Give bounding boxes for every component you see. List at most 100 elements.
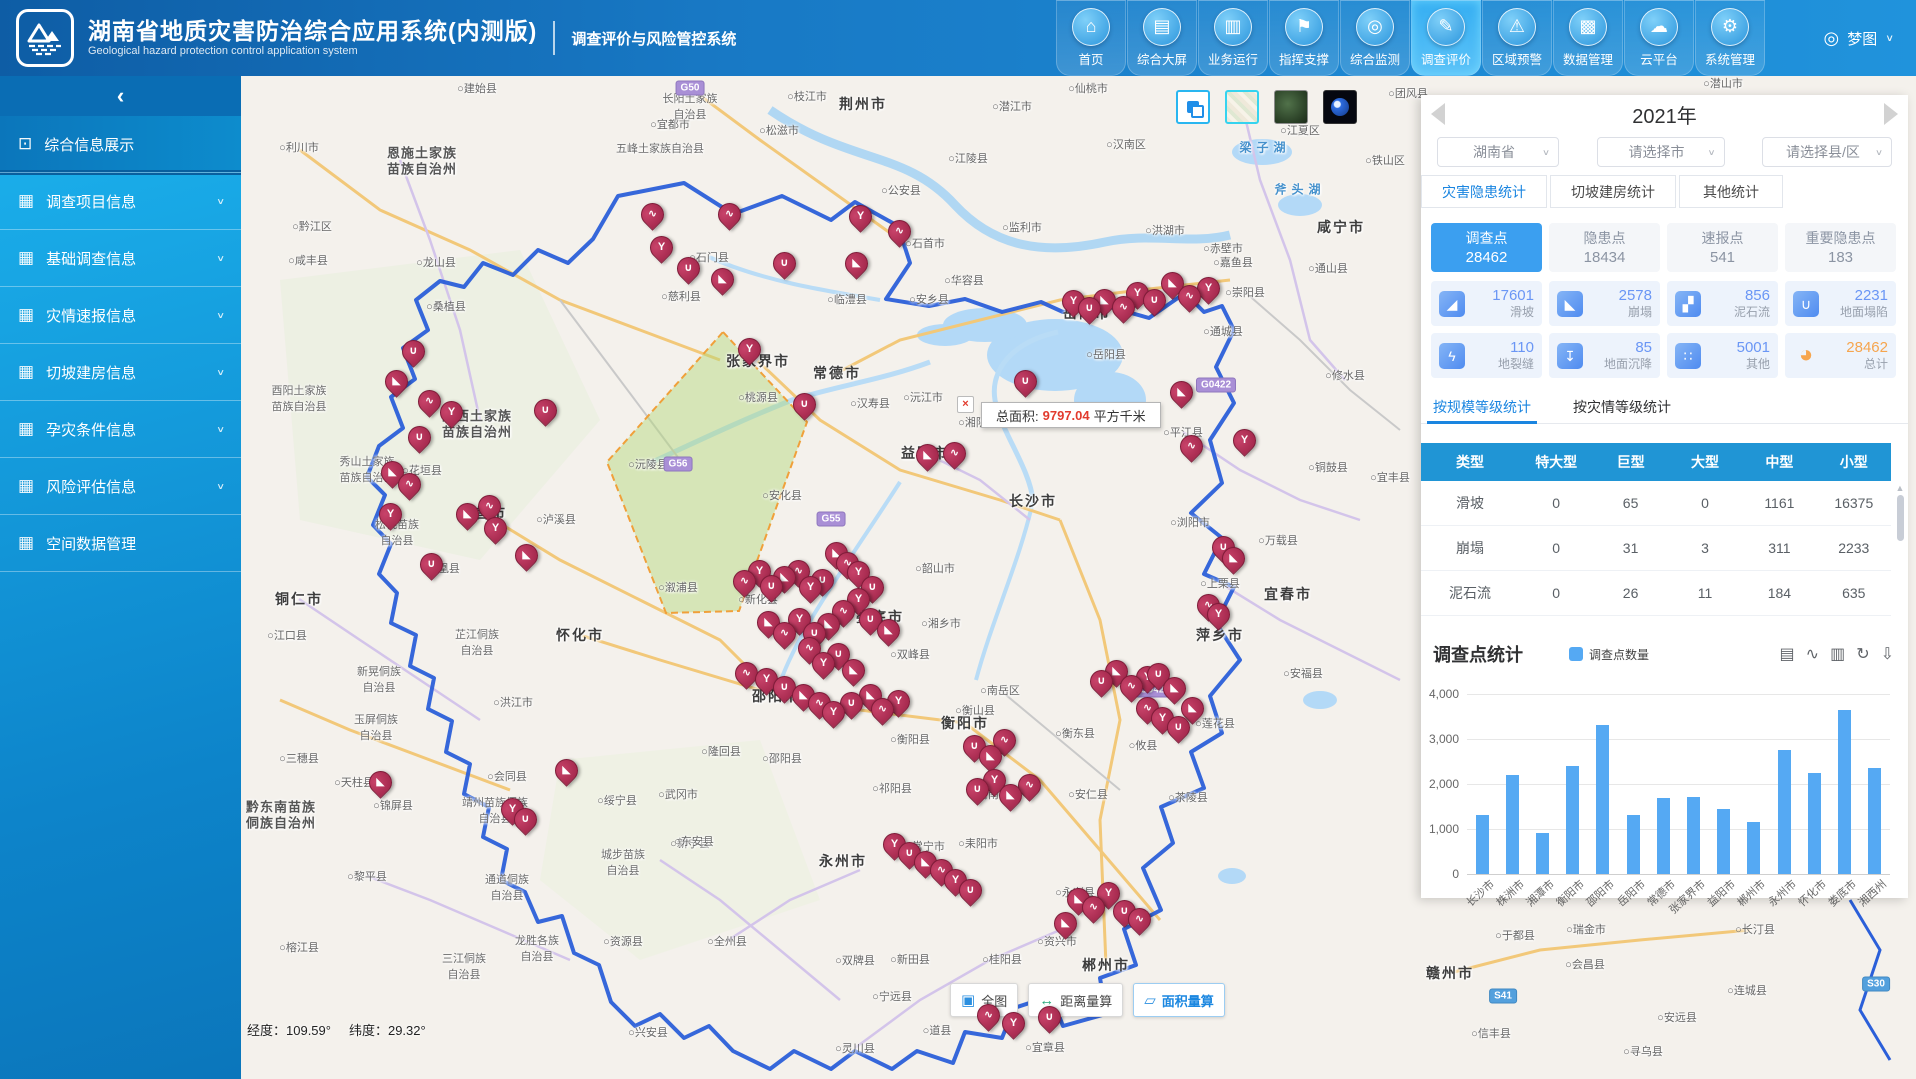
pin-glyph: ◣ [1164,678,1185,699]
measure-label: 总面积: [996,406,1039,425]
hazard-card-label: 地面沉降 [1590,356,1652,372]
nav-item-综合监测[interactable]: ◎综合监测 [1340,0,1410,76]
pin-glyph: ∪ [403,341,424,362]
pin-glyph: ∿ [1083,897,1104,918]
pin-glyph: ∿ [944,443,965,464]
pin-glyph: ∪ [678,258,699,279]
sidebar-collapse-button[interactable]: ‹ [0,76,241,116]
region-select-1[interactable]: 请选择市∨ [1597,137,1725,167]
eye-icon[interactable]: ◎ [1823,28,1839,49]
sidebar-item-调查项目信息[interactable]: ▦调查项目信息∨ [0,173,241,230]
bar-slot: 衡阳市 [1566,694,1579,874]
hazard-card-label: 其他 [1708,356,1770,372]
download-icon[interactable]: ⇩ [1881,644,1894,664]
pin-glyph: ◣ [846,253,867,274]
pin-glyph: ∿ [399,474,420,495]
line-chart-icon[interactable]: ∿ [1806,644,1819,664]
hazard-card-value: 110 [1472,340,1534,356]
nav-item-调查评价[interactable]: ✎调查评价 [1411,0,1481,76]
pin-glyph: ◣ [712,269,733,290]
pin-glyph: ∿ [719,204,740,225]
bar-chart-icon[interactable]: ▥ [1830,644,1845,664]
table-cell: 1161 [1742,481,1816,526]
year-next-arrow[interactable] [1884,103,1898,125]
hazard-card-text: 5001其他 [1708,340,1770,372]
bar-slot: 湘西州 [1868,694,1881,874]
sidebar-item-label: 风险评估信息 [46,476,136,497]
chevron-down-icon: ∨ [1542,147,1550,157]
stat-tabs: 灾害隐患统计切坡建房统计其他统计 [1421,175,1783,208]
bar-湘西州 [1868,768,1881,874]
satellite-thumbnail[interactable] [1274,90,1308,124]
scroll-thumb[interactable] [1897,495,1904,541]
year-selector: 2021年 [1421,95,1908,133]
region-select-2[interactable]: 请选择县/区∨ [1762,137,1892,167]
nav-label: 综合监测 [1350,49,1400,68]
stat-button-隐患点[interactable]: 隐患点18434 [1549,223,1660,272]
subtab-按灾情等级统计[interactable]: 按灾情等级统计 [1573,394,1671,423]
globe-thumbnail[interactable] [1323,90,1357,124]
user-menu[interactable]: ◎ 梦图 ∨ [1823,0,1894,76]
table-header-小型: 小型 [1817,443,1891,481]
region-select-0[interactable]: 湖南省∨ [1437,137,1559,167]
subtab-按规模等级统计[interactable]: 按规模等级统计 [1433,394,1531,423]
map-tool-面积量算[interactable]: ▱面积量算 [1133,983,1225,1017]
nav-item-业务运行[interactable]: ▥业务运行 [1198,0,1268,76]
app-header: 湖南省地质灾害防治综合应用系统(内测版) Geological hazard p… [0,0,1916,76]
layers-icon[interactable] [1176,90,1210,124]
nav-item-综合大屏[interactable]: ▤综合大屏 [1127,0,1197,76]
nav-item-区域预警[interactable]: ⚠区域预警 [1482,0,1552,76]
sidebar-item-孕灾条件信息[interactable]: ▦孕灾条件信息∨ [0,401,241,458]
sidebar-item-空间数据管理[interactable]: ▦空间数据管理 [0,515,241,572]
nav-label: 云平台 [1640,49,1678,68]
year-prev-arrow[interactable] [1431,103,1445,125]
pin-glyph: Y [800,577,821,598]
tab-切坡建房统计[interactable]: 切坡建房统计 [1550,175,1676,208]
chart-legend: 调查点数量 [1569,646,1649,663]
data-view-icon[interactable]: ▤ [1780,644,1795,664]
table-cell: 1752 [1817,616,1891,631]
nav-item-首页[interactable]: ⌂首页 [1056,0,1126,76]
user-name: 梦图 [1847,28,1877,49]
nav-item-数据管理[interactable]: ▩数据管理 [1553,0,1623,76]
tab-其他统计[interactable]: 其他统计 [1679,175,1783,208]
hazard-card-地裂缝: ϟ110地裂缝 [1431,333,1542,378]
stat-button-调查点[interactable]: 调查点28462 [1431,223,1542,272]
sidebar-item-基础调查信息[interactable]: ▦基础调查信息∨ [0,230,241,287]
pin-glyph: ∪ [1079,298,1100,319]
table-cell: 崩塌 [1421,526,1519,571]
pin-glyph: Y [1003,1013,1024,1034]
bar-chart-plot: 4,0003,0002,0001,0000长沙市株洲市湘潭市衡阳市邵阳市岳阳市常… [1467,694,1890,874]
nav-item-云平台[interactable]: ☁云平台 [1624,0,1694,76]
nav-item-指挥支撑[interactable]: ⚑指挥支撑 [1269,0,1339,76]
hazard-icon-地裂缝: ϟ [1439,343,1465,369]
sidebar-item-切坡建房信息[interactable]: ▦切坡建房信息∨ [0,344,241,401]
refresh-icon[interactable]: ↻ [1856,644,1869,664]
pin-glyph: ∪ [1144,290,1165,311]
table-header-中型: 中型 [1742,443,1816,481]
table-scrollbar[interactable]: ▲ [1894,483,1906,626]
tab-灾害隐患统计[interactable]: 灾害隐患统计 [1421,175,1547,208]
sidebar-item-label: 基础调查信息 [46,248,136,269]
stat-button-重要隐患点[interactable]: 重要隐患点183 [1785,223,1896,272]
sidebar-item-灾情速报信息[interactable]: ▦灾情速报信息∨ [0,287,241,344]
pin-glyph: ∪ [774,253,795,274]
nav-icon-业务运行: ▥ [1214,8,1252,46]
basemap-thumbnail[interactable] [1225,90,1259,124]
table-cell: 0 [1519,526,1593,571]
pin-glyph: ∿ [774,623,795,644]
scroll-up-arrow[interactable]: ▲ [1894,483,1906,493]
sidebar-item-风险评估信息[interactable]: ▦风险评估信息∨ [0,458,241,515]
table-cell: 0 [1519,571,1593,616]
measure-area-tooltip: 总面积: 9797.04 平方千米 [981,402,1161,428]
sidebar-item-综合信息展示[interactable]: ⊡综合信息展示 [0,116,241,173]
app-logo [16,9,74,67]
hazard-card-value: 17601 [1472,288,1534,304]
nav-item-系统管理[interactable]: ⚙系统管理 [1695,0,1765,76]
hazard-card-value: 2231 [1826,288,1888,304]
nav-label: 系统管理 [1705,49,1755,68]
y-axis-tick: 4,000 [1429,687,1459,701]
chevron-down-icon: ∨ [216,424,225,434]
stat-button-速报点[interactable]: 速报点541 [1667,223,1778,272]
measure-point-marker[interactable]: × [957,396,974,413]
